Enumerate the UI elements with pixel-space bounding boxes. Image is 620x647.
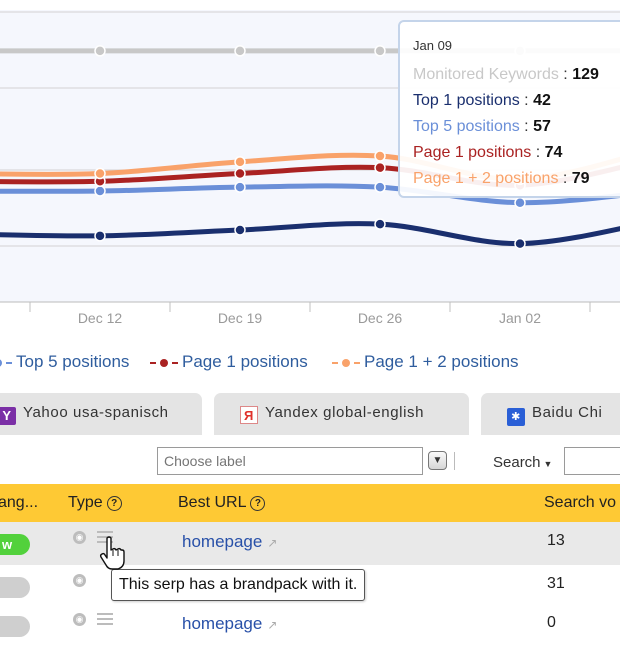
x-tick-label: Dec 26 — [358, 310, 403, 326]
url-text: homepage — [182, 614, 263, 633]
brandpack-tooltip: This serp has a brandpack with it. — [111, 569, 366, 601]
legend-page12[interactable]: Page 1 + 2 positions — [332, 352, 519, 373]
column-header-best-url[interactable]: Best URL? — [178, 494, 266, 512]
header-label: Type — [68, 494, 103, 511]
x-tick-label: Dec 12 — [78, 310, 123, 326]
caret-down-icon: ▼ — [543, 459, 553, 469]
data-point-page-1-2-positions — [94, 167, 106, 180]
search-label: Search — [493, 454, 541, 471]
data-point-top-1-positions — [94, 230, 106, 242]
tab-label: Yahoo usa-spanisch — [23, 404, 169, 421]
change-badge: w — [0, 534, 30, 555]
legend-top5-marker — [0, 353, 12, 373]
legend-top5[interactable]: Top 5 positions — [0, 352, 129, 373]
data-point-top-5-positions — [94, 185, 106, 197]
search-volume-value: 0 — [547, 614, 556, 631]
data-point-page-1-positions — [234, 167, 246, 180]
tooltip-label: Top 5 positions — [413, 118, 520, 135]
label-dropdown-button[interactable]: ▼ — [428, 451, 447, 470]
help-icon[interactable]: ? — [250, 496, 266, 511]
data-point-monitored-keywords — [94, 45, 106, 57]
data-point-top-5-positions — [374, 181, 386, 193]
chart-tooltip: Jan 09 Monitored Keywords : 129 Top 1 po… — [398, 20, 620, 198]
tooltip-row-monitored: Monitored Keywords : 129 — [413, 66, 599, 83]
data-point-monitored-keywords — [234, 45, 246, 57]
chevron-down-icon: ▼ — [432, 455, 443, 466]
tooltip-label: Monitored Keywords — [413, 66, 559, 83]
data-point-top-1-positions — [234, 224, 246, 236]
tooltip-value: 74 — [544, 144, 563, 161]
data-point-page-1-2-positions — [374, 150, 386, 162]
yahoo-icon: Y — [0, 407, 16, 425]
engine-tabs: Y Yahoo usa-spanisch Я Yandex global-engli… — [0, 393, 620, 435]
tooltip-label: Page 1 positions — [413, 144, 532, 161]
chart-legend: Top 5 positions Page 1 positions Page 1 … — [0, 352, 620, 376]
search-volume-value: 13 — [547, 532, 565, 549]
data-point-page-1-2-positions — [234, 156, 246, 168]
data-point-monitored-keywords — [374, 45, 386, 57]
tooltip-row-top1: Top 1 positions : 42 — [413, 92, 551, 109]
globe-icon[interactable]: ◉ — [73, 574, 86, 587]
search-dropdown[interactable]: Search ▼ — [493, 454, 552, 471]
data-point-top-5-positions — [514, 196, 526, 209]
tooltip-row-page1: Page 1 positions : 74 — [413, 144, 563, 161]
tooltip-label: Page 1 + 2 positions — [413, 170, 559, 187]
change-badge — [0, 577, 30, 598]
tab-label: Yandex global-english — [265, 404, 425, 421]
tooltip-label: Top 1 positions — [413, 92, 520, 109]
data-point-page-1-positions — [374, 161, 386, 174]
tab-label: Baidu Chi — [532, 404, 603, 421]
best-url-link[interactable]: homepage ↗ — [182, 532, 277, 552]
table-row[interactable]: w ◉ homepage ↗ 13 — [0, 522, 620, 565]
filter-toolbar: ▼ Search▼ — [0, 447, 620, 475]
data-point-top-5-positions — [234, 181, 246, 193]
baidu-icon: ✱ — [507, 408, 525, 426]
tooltip-date: Jan 09 — [413, 38, 453, 53]
header-label: Search vo — [544, 494, 617, 511]
legend-page12-marker — [332, 353, 360, 373]
column-header-type[interactable]: Type? — [68, 494, 122, 512]
table-header: ang... Type? Best URL? Search vo — [0, 484, 620, 522]
legend-page12-label: Page 1 + 2 positions — [364, 352, 519, 371]
tooltip-value: 79 — [571, 170, 590, 187]
external-link-icon[interactable]: ↗ — [267, 618, 277, 632]
best-url-link[interactable]: homepage ↗ — [182, 614, 277, 634]
tooltip-row-page12: Page 1 + 2 positions : 79 — [413, 170, 590, 187]
url-text: homepage — [182, 532, 263, 551]
hand-cursor-icon — [99, 536, 125, 570]
tooltip-value: 57 — [533, 118, 551, 135]
search-volume-value: 31 — [547, 575, 565, 592]
tab-yandex-global-english[interactable]: Я Yandex global-english — [214, 393, 469, 435]
change-badge — [0, 616, 30, 637]
header-label: Best URL — [178, 494, 247, 511]
legend-top5-label: Top 5 positions — [16, 352, 130, 371]
table-row[interactable]: ◉ homepage ↗ 0 — [0, 604, 620, 647]
tab-yahoo-usa-spanisch[interactable]: Y Yahoo usa-spanisch — [0, 393, 202, 435]
tab-baidu[interactable]: ✱ Baidu Chi — [481, 393, 620, 435]
x-tick-label: Dec 19 — [218, 310, 263, 326]
choose-label-input[interactable] — [157, 447, 423, 475]
search-input[interactable] — [564, 447, 620, 475]
column-header-search-volume[interactable]: Search vo — [544, 494, 616, 512]
header-label: ang... — [0, 494, 39, 511]
tooltip-row-top5: Top 5 positions : 57 — [413, 118, 551, 135]
column-header-change[interactable]: ang... — [0, 494, 38, 512]
data-point-top-1-positions — [514, 237, 526, 250]
x-tick-label: Jan 02 — [499, 310, 541, 326]
legend-page1-marker — [150, 353, 178, 373]
globe-icon[interactable]: ◉ — [73, 531, 86, 544]
help-icon[interactable]: ? — [106, 496, 122, 511]
toolbar-divider — [454, 452, 455, 470]
external-link-icon[interactable]: ↗ — [267, 536, 277, 550]
legend-page1[interactable]: Page 1 positions — [150, 352, 308, 373]
legend-page1-label: Page 1 positions — [182, 352, 308, 371]
yandex-icon: Я — [240, 406, 258, 424]
tooltip-value: 42 — [533, 92, 551, 109]
tooltip-value: 129 — [572, 66, 599, 83]
data-point-top-1-positions — [374, 218, 386, 230]
